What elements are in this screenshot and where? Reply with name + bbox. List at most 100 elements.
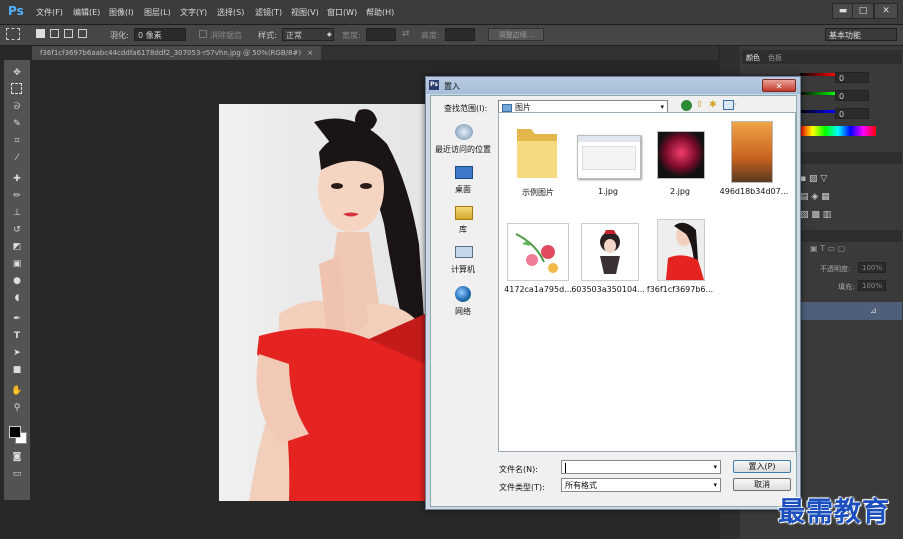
file-item[interactable]: 1.jpg xyxy=(573,119,647,203)
menu-view[interactable]: 视图(V) xyxy=(291,7,319,18)
feather-input[interactable]: 0 像素 xyxy=(134,28,186,41)
clone-stamp-tool-icon[interactable]: ⊥ xyxy=(10,206,24,220)
green-slider[interactable] xyxy=(800,92,835,95)
up-folder-icon[interactable]: ⇧ xyxy=(696,100,704,110)
file-item[interactable]: 4172ca1a795d... xyxy=(501,217,575,301)
antialias-checkbox[interactable] xyxy=(199,30,207,38)
dialog-titlebar[interactable]: Ps 置入 ✕ xyxy=(426,77,800,94)
brush-tool-icon[interactable]: ✏ xyxy=(10,189,24,203)
new-folder-icon[interactable]: ✱ xyxy=(709,100,717,110)
tools-panel: ✥ ᘐ ✎ ⌗ ⁄ ✚ ✏ ⊥ ↺ ◩ ▣ ● ◖ ✒ T ➤ ■ ✋ ⚲ ◙ … xyxy=(4,60,31,500)
minimize-button[interactable]: ▬ xyxy=(832,3,854,19)
file-item[interactable]: 496d18b34d07... xyxy=(717,119,795,203)
zoom-tool-icon[interactable]: ⚲ xyxy=(10,401,24,415)
adjustment-icons-row3[interactable]: ▧ ▩ ▥ xyxy=(800,210,831,220)
color-spectrum-bar[interactable] xyxy=(800,126,876,136)
file-item[interactable]: 603503a350104... xyxy=(571,217,647,301)
place-button[interactable]: 置入(P) xyxy=(733,460,791,473)
filename-input[interactable]: ▾ xyxy=(561,460,721,474)
nav-library[interactable]: 库 xyxy=(433,204,495,240)
maximize-button[interactable]: □ xyxy=(852,3,874,19)
file-label: 603503a350104... xyxy=(571,285,645,294)
menu-select[interactable]: 选择(S) xyxy=(217,7,244,18)
options-bar: 羽化: 0 像素 消除锯齿 样式: 正常 ◆ 宽度: ⇄ 高度: 调整边缘...… xyxy=(0,25,903,46)
close-button[interactable]: ✕ xyxy=(874,3,898,19)
view-menu-icon[interactable] xyxy=(723,100,734,110)
file-list: 示例图片 1.jpg 2.jpg 496d18b34d07... 4172ca1… xyxy=(498,112,796,452)
tab-color[interactable]: 颜色 xyxy=(746,53,760,63)
green-value-input[interactable]: 0 xyxy=(835,90,869,101)
dialog-close-button[interactable]: ✕ xyxy=(762,79,796,92)
intersect-selection-icon[interactable] xyxy=(78,29,87,38)
document-image[interactable] xyxy=(219,104,425,501)
dialog-title: 置入 xyxy=(444,82,460,91)
workspace-select[interactable]: 基本功能 xyxy=(825,28,897,41)
red-slider[interactable] xyxy=(800,73,835,76)
look-in-value: 图片 xyxy=(515,103,531,112)
type-tool-icon[interactable]: T xyxy=(10,329,24,343)
menu-layer[interactable]: 图层(L) xyxy=(144,7,171,18)
menu-filter[interactable]: 滤镜(T) xyxy=(255,7,282,18)
menu-image[interactable]: 图像(I) xyxy=(109,7,134,18)
pen-tool-icon[interactable]: ✒ xyxy=(10,312,24,326)
back-icon[interactable] xyxy=(681,100,692,111)
screen-mode-icon[interactable]: ▭ xyxy=(10,467,24,481)
nav-computer[interactable]: 计算机 xyxy=(433,244,495,280)
menu-type[interactable]: 文字(Y) xyxy=(180,7,207,18)
gradient-tool-icon[interactable]: ▣ xyxy=(10,257,24,271)
quick-select-tool-icon[interactable]: ✎ xyxy=(10,117,24,131)
quick-mask-icon[interactable]: ◙ xyxy=(10,450,24,464)
image-thumbnail xyxy=(657,131,705,179)
width-input[interactable] xyxy=(366,28,396,41)
look-in-label: 查找范围(I): xyxy=(444,104,488,113)
menu-help[interactable]: 帮助(H) xyxy=(366,7,394,18)
opacity-input[interactable]: 100% xyxy=(858,262,886,273)
dodge-tool-icon[interactable]: ◖ xyxy=(10,291,24,305)
shape-tool-icon[interactable]: ■ xyxy=(10,363,24,377)
file-item[interactable]: 示例图片 xyxy=(501,119,575,203)
healing-brush-tool-icon[interactable]: ✚ xyxy=(10,172,24,186)
adjustment-icons[interactable]: ▪ ▨ ▽ xyxy=(800,174,827,184)
filetype-label: 文件类型(T): xyxy=(499,483,545,492)
blur-tool-icon[interactable]: ● xyxy=(10,274,24,288)
new-selection-icon[interactable] xyxy=(36,29,45,38)
file-item[interactable]: 2.jpg xyxy=(645,119,719,203)
hand-tool-icon[interactable]: ✋ xyxy=(10,384,24,398)
filetype-select[interactable]: 所有格式 ▾ xyxy=(561,478,721,492)
add-selection-icon[interactable] xyxy=(50,29,59,38)
eraser-tool-icon[interactable]: ◩ xyxy=(10,240,24,254)
file-item[interactable]: f36f1cf3697b6... xyxy=(645,217,719,301)
menu-file[interactable]: 文件(F) xyxy=(36,7,63,18)
nav-network[interactable]: 网络 xyxy=(433,284,495,320)
eyedropper-tool-icon[interactable]: ⁄ xyxy=(10,151,24,165)
path-select-tool-icon[interactable]: ➤ xyxy=(10,346,24,360)
history-brush-tool-icon[interactable]: ↺ xyxy=(10,223,24,237)
document-tab[interactable]: f36f1cf3697b6aabc44cddfa6178ddf2_307053-… xyxy=(32,46,322,60)
marquee-tool-preset-icon[interactable] xyxy=(6,28,20,40)
move-tool-icon[interactable]: ✥ xyxy=(10,66,24,80)
layer-filter-icons[interactable]: ▣ T ▭ ▢ xyxy=(810,244,845,253)
nav-desktop[interactable]: 桌面 xyxy=(433,164,495,200)
red-value-input[interactable]: 0 xyxy=(835,72,869,83)
adjustment-icons-row2[interactable]: ▤ ◈ ▦ xyxy=(800,192,830,202)
menu-window[interactable]: 窗口(W) xyxy=(327,7,357,18)
fill-input[interactable]: 100% xyxy=(858,280,886,291)
menu-edit[interactable]: 编辑(E) xyxy=(73,7,100,18)
nav-recent[interactable]: 最近访问的位置 xyxy=(433,122,495,162)
refine-edge-button[interactable]: 调整边缘... xyxy=(488,28,544,41)
blue-value-input[interactable]: 0 xyxy=(835,108,869,119)
tab-swatches[interactable]: 色板 xyxy=(768,53,782,63)
layer-row-background[interactable] xyxy=(800,302,902,320)
rect-marquee-tool-icon[interactable] xyxy=(11,83,22,94)
lasso-tool-icon[interactable]: ᘐ xyxy=(10,100,24,114)
height-input[interactable] xyxy=(445,28,475,41)
height-label: 高度: xyxy=(421,31,440,40)
foreground-color-swatch[interactable] xyxy=(9,426,21,438)
swap-icon[interactable]: ⇄ xyxy=(402,29,410,39)
close-tab-icon[interactable]: × xyxy=(307,49,313,57)
blue-slider[interactable] xyxy=(800,110,835,113)
subtract-selection-icon[interactable] xyxy=(64,29,73,38)
antialias-label: 消除锯齿 xyxy=(210,31,242,40)
app-logo: Ps xyxy=(8,4,24,18)
crop-tool-icon[interactable]: ⌗ xyxy=(10,134,24,148)
